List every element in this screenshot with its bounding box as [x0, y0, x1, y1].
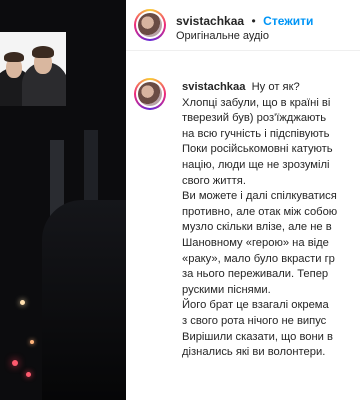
caption-line: націю, люди ще не зрозумілі — [182, 158, 330, 171]
original-audio-link[interactable]: Оригінальне аудіо — [176, 30, 269, 42]
post-panel: svistachkaa • Стежити Оригінальне аудіо … — [126, 0, 360, 400]
street-light — [12, 360, 18, 366]
caption-line: тверезий був) роз'їжджають — [182, 112, 327, 125]
follow-button[interactable]: Стежити — [263, 14, 313, 28]
car-interior — [42, 200, 126, 400]
street-light — [26, 372, 31, 377]
caption-line: «раку», мало було вкрасти гр — [182, 252, 335, 265]
caption-line: свого життя. — [182, 174, 246, 187]
avatar[interactable] — [134, 9, 166, 41]
caption-avatar[interactable] — [134, 78, 166, 110]
caption-line: за нього переживали. Тепер — [182, 268, 329, 281]
caption-line: з свого рота нічого не випус — [182, 314, 327, 327]
caption-first-line: Ну от як? — [251, 81, 300, 93]
post-header: svistachkaa • Стежити Оригінальне аудіо — [126, 0, 360, 51]
caption: svistachkaa Ну от як? Хлопці забули, що … — [126, 70, 360, 400]
caption-line: Вирішили сказати, що вони в — [182, 330, 333, 343]
separator-dot: • — [251, 14, 256, 28]
caption-line: Ви можете і далі спілкуватися — [182, 190, 337, 203]
street-light — [30, 340, 34, 344]
caption-line: на всю гучність і підспівують — [182, 127, 330, 140]
post-username[interactable]: svistachkaa — [176, 14, 244, 28]
hair-left — [4, 52, 24, 62]
hair-right — [32, 46, 54, 58]
caption-line: дізнались які ви волонтери. — [182, 346, 326, 359]
caption-line: противно, але отак між собою — [182, 205, 338, 218]
caption-username[interactable]: svistachkaa — [182, 81, 245, 93]
caption-line: Хлопці забули, що в країні ві — [182, 96, 331, 109]
caption-line: Поки російськомовні катують — [182, 143, 333, 156]
street-light — [20, 300, 25, 305]
caption-line: музло скільки влізе, але не в — [182, 221, 332, 234]
caption-text: svistachkaa Ну от як? Хлопці забули, що … — [182, 80, 360, 361]
video-player[interactable] — [0, 0, 126, 400]
caption-line: рускими піснями. — [182, 283, 271, 296]
caption-line: Шановному «герою» на віде — [182, 236, 329, 249]
caption-line: Його брат це взагалі окрема — [182, 299, 329, 312]
photo-overlay — [0, 32, 66, 106]
